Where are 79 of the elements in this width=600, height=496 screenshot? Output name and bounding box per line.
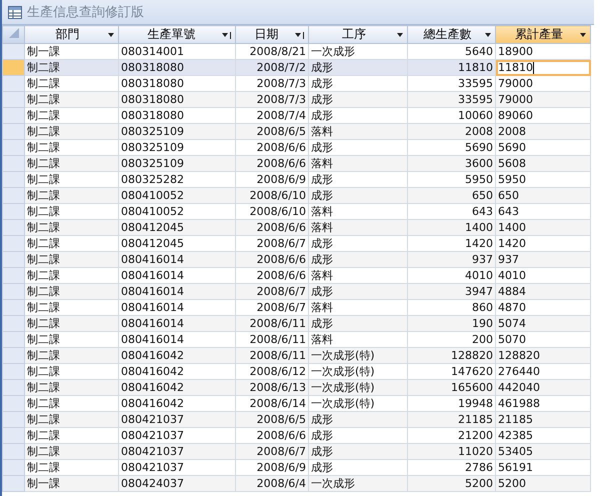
table-row[interactable]: 制二課 080325109 2008/6/6 落料 3600 5608 — [2, 156, 590, 172]
row-selector[interactable] — [2, 444, 24, 460]
row-selector[interactable] — [2, 44, 24, 60]
table-row[interactable]: 制二課 080410052 2008/6/10 落料 643 643 — [2, 204, 590, 220]
row-selector[interactable] — [2, 252, 24, 268]
table-row[interactable]: 制二課 080416042 2008/6/14 一次成形(特) 19948 461988 — [2, 396, 590, 412]
table-row[interactable]: 制一課 080314001 2008/8/21 一次成形 5640 18900 — [2, 44, 590, 60]
table-row[interactable]: 制二課 080412045 2008/6/6 落料 1400 1400 — [2, 220, 590, 236]
row-selector[interactable] — [2, 348, 24, 364]
dropdown-arrow-icon[interactable] — [396, 30, 404, 38]
table-row[interactable]: 制二課 080421037 2008/6/7 成形 11020 53405 — [2, 444, 590, 460]
table-row[interactable]: 制二課 080325109 2008/6/5 落料 2008 2008 — [2, 124, 590, 140]
row-selector[interactable] — [2, 92, 24, 108]
table-row[interactable]: 制二課 080416014 2008/6/6 落料 4010 4010 — [2, 268, 590, 284]
row-selector[interactable] — [2, 172, 24, 188]
table-row[interactable]: 制二課 080325282 2008/6/9 成形 5950 5950 — [2, 172, 590, 188]
row-selector[interactable] — [2, 316, 24, 332]
table-cell: 制一課 — [24, 476, 118, 492]
sort-filter-icon[interactable] — [221, 30, 232, 38]
table-row[interactable]: 制二課 080421037 2008/6/5 成形 21185 21185 — [2, 412, 590, 428]
table-row[interactable]: 制二課 080416042 2008/6/13 一次成形(特) 165600 442040 — [2, 380, 590, 396]
select-all-corner[interactable] — [2, 26, 24, 44]
column-header[interactable]: 總生產數 — [408, 26, 496, 44]
row-selector[interactable] — [2, 60, 24, 76]
row-selector[interactable] — [2, 364, 24, 380]
row-selector[interactable] — [2, 300, 24, 316]
row-selector[interactable] — [2, 396, 24, 412]
row-selector[interactable] — [2, 124, 24, 140]
row-selector[interactable] — [2, 476, 24, 492]
corner-triangle-icon[interactable] — [8, 27, 20, 39]
table-row[interactable]: 制二課 080416014 2008/6/6 成形 937 937 — [2, 252, 590, 268]
column-header[interactable]: 累計產量 — [496, 26, 590, 44]
row-selector[interactable] — [2, 156, 24, 172]
row-selector[interactable] — [2, 236, 24, 252]
table-row[interactable]: 制二課 080416014 2008/6/11 成形 190 5074 — [2, 316, 590, 332]
column-header[interactable]: 日期 — [236, 26, 308, 44]
table-row[interactable]: 制二課 080410052 2008/6/10 成形 650 650 — [2, 188, 590, 204]
sort-filter-icon[interactable] — [294, 30, 305, 38]
table-cell: 5200 — [496, 476, 590, 492]
table-row[interactable]: 制二課 080421037 2008/6/9 成形 2786 56191 — [2, 460, 590, 476]
table-row[interactable]: 制二課 080416014 2008/6/7 成形 3947 4884 — [2, 284, 590, 300]
row-selector[interactable] — [2, 284, 24, 300]
window-title: 生產信息查詢修訂版 — [27, 4, 144, 21]
dropdown-arrow-icon[interactable] — [107, 30, 115, 38]
row-selector[interactable] — [2, 140, 24, 156]
row-selector[interactable] — [2, 460, 24, 476]
table-row[interactable]: 制二課 080318080 2008/7/4 成形 10060 89060 — [2, 108, 590, 124]
row-selector[interactable] — [2, 76, 24, 92]
table-row[interactable]: 制一課 080424037 2008/6/4 一次成形 5200 5200 — [2, 476, 590, 492]
table-row[interactable]: 制二課 080318080 2008/7/3 成形 33595 79000 — [2, 92, 590, 108]
dropdown-arrow-icon[interactable] — [579, 30, 587, 38]
dropdown-arrow-icon[interactable] — [484, 30, 492, 38]
row-selector[interactable] — [2, 268, 24, 284]
table-row[interactable]: 制二課 080416014 2008/6/11 落料 200 5070 — [2, 332, 590, 348]
table-row[interactable]: 制二課 080412045 2008/6/7 成形 1420 1420 — [2, 236, 590, 252]
row-selector[interactable] — [2, 220, 24, 236]
column-header[interactable]: 工序 — [308, 26, 408, 44]
row-selector[interactable] — [2, 204, 24, 220]
table-cell: 一次成形 — [308, 476, 408, 492]
table-row[interactable]: 制二課 080416014 2008/6/7 落料 860 4870 — [2, 300, 590, 316]
table-row[interactable]: 制二課 080318080 2008/7/3 成形 33595 79000 — [2, 76, 590, 92]
row-selector[interactable] — [2, 332, 24, 348]
row-selector[interactable] — [2, 428, 24, 444]
table-row[interactable]: 制二課 080416042 2008/6/12 一次成形(特) 147620 276440 — [2, 364, 590, 380]
column-header[interactable]: 生產單號 — [118, 26, 236, 44]
row-selector[interactable] — [2, 108, 24, 124]
active-cell[interactable]: 11810 — [496, 60, 590, 76]
table-cell: 2008/6/4 — [236, 476, 308, 492]
table-row[interactable]: 制二課 080325109 2008/6/6 成形 5690 5690 — [2, 140, 590, 156]
table-icon — [8, 6, 22, 18]
table-row[interactable]: 制二課 080416042 2008/6/11 一次成形(特) 128820 128820 — [2, 348, 590, 364]
table-cell: 5200 — [408, 476, 496, 492]
row-selector[interactable] — [2, 380, 24, 396]
row-selector[interactable] — [2, 412, 24, 428]
table-row[interactable]: 制二課 080421037 2008/6/6 成形 21200 42385 — [2, 428, 590, 444]
column-header[interactable]: 部門 — [24, 26, 118, 44]
table-cell: 080424037 — [118, 476, 236, 492]
row-selector[interactable] — [2, 188, 24, 204]
table-row[interactable]: 制二課 080318080 2008/7/2 成形 11810 11810 — [2, 60, 590, 76]
